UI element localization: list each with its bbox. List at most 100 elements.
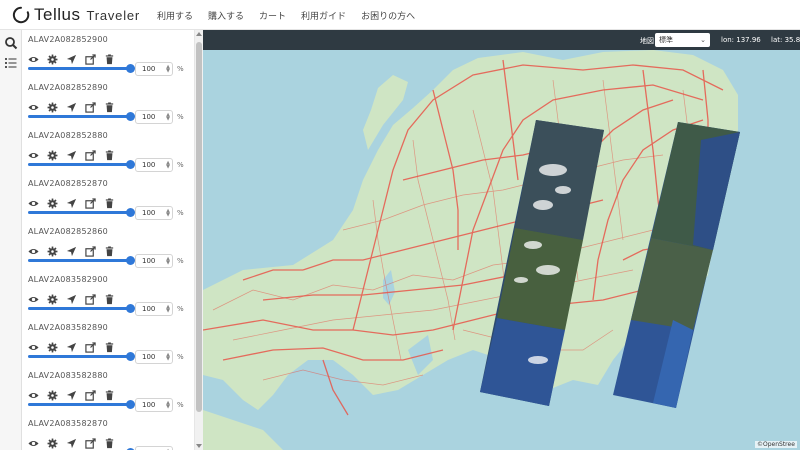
gear-icon[interactable] (47, 194, 58, 209)
stepper-icon[interactable]: ▲▼ (166, 353, 170, 362)
locate-arrow-icon[interactable] (66, 98, 77, 113)
gear-icon[interactable] (47, 50, 58, 65)
opacity-input[interactable]: 100▲▼ (135, 446, 173, 450)
export-icon[interactable] (85, 290, 96, 305)
eye-icon[interactable] (28, 338, 39, 351)
opacity-slider-handle[interactable] (126, 352, 135, 361)
layer-tools (28, 386, 123, 401)
stepper-icon[interactable]: ▲▼ (166, 257, 170, 266)
eye-icon[interactable] (28, 146, 39, 159)
nav-cart[interactable]: カート (259, 9, 286, 22)
trash-icon[interactable] (104, 50, 115, 65)
nav-purchase[interactable]: 購入する (208, 9, 244, 22)
gear-icon[interactable] (47, 434, 58, 449)
locate-arrow-icon[interactable] (66, 194, 77, 209)
layer-tools (28, 434, 123, 449)
trash-icon[interactable] (104, 434, 115, 449)
eye-icon[interactable] (28, 242, 39, 255)
eye-icon[interactable] (28, 290, 39, 303)
opacity-input[interactable]: 100▲▼ (135, 254, 173, 268)
opacity-input[interactable]: 100▲▼ (135, 110, 173, 124)
nav-help[interactable]: お困りの方へ (361, 9, 415, 22)
locate-arrow-icon[interactable] (66, 434, 77, 449)
map-attribution[interactable]: ©OpenStree (755, 441, 797, 448)
opacity-slider[interactable] (28, 259, 129, 262)
export-icon[interactable] (85, 50, 96, 65)
opacity-slider[interactable] (28, 115, 129, 118)
eye-icon[interactable] (28, 434, 39, 447)
export-icon[interactable] (85, 242, 96, 257)
layer-tools (28, 242, 123, 257)
gear-icon[interactable] (47, 290, 58, 305)
opacity-slider-handle[interactable] (126, 256, 135, 265)
opacity-input[interactable]: 100▲▼ (135, 206, 173, 220)
logo[interactable]: Tellus Traveler (12, 5, 140, 25)
opacity-slider[interactable] (28, 67, 129, 70)
scroll-up-icon[interactable] (196, 32, 202, 36)
gear-icon[interactable] (47, 242, 58, 257)
gear-icon[interactable] (47, 338, 58, 353)
trash-icon[interactable] (104, 98, 115, 113)
opacity-input[interactable]: 100▲▼ (135, 62, 173, 76)
map-canvas[interactable] (203, 30, 800, 450)
stepper-icon[interactable]: ▲▼ (166, 161, 170, 170)
locate-arrow-icon[interactable] (66, 338, 77, 353)
export-icon[interactable] (85, 338, 96, 353)
opacity-slider-handle[interactable] (126, 112, 135, 121)
stepper-icon[interactable]: ▲▼ (166, 65, 170, 74)
trash-icon[interactable] (104, 290, 115, 305)
locate-arrow-icon[interactable] (66, 386, 77, 401)
opacity-slider[interactable] (28, 163, 129, 166)
locate-arrow-icon[interactable] (66, 242, 77, 257)
opacity-slider-handle[interactable] (126, 304, 135, 313)
opacity-slider[interactable] (28, 403, 129, 406)
trash-icon[interactable] (104, 386, 115, 401)
stepper-icon[interactable]: ▲▼ (166, 401, 170, 410)
basemap-select[interactable]: 標準 ⌄ (655, 33, 710, 47)
layer-name: ALAV2A082852900 (28, 35, 108, 44)
gear-icon[interactable] (47, 98, 58, 113)
trash-icon[interactable] (104, 338, 115, 353)
stepper-icon[interactable]: ▲▼ (166, 113, 170, 122)
nav-guide[interactable]: 利用ガイド (301, 9, 346, 22)
locate-arrow-icon[interactable] (66, 290, 77, 305)
export-icon[interactable] (85, 98, 96, 113)
scroll-down-icon[interactable] (196, 444, 202, 448)
export-icon[interactable] (85, 434, 96, 449)
stepper-icon[interactable]: ▲▼ (166, 209, 170, 218)
locate-arrow-icon[interactable] (66, 146, 77, 161)
trash-icon[interactable] (104, 146, 115, 161)
export-icon[interactable] (85, 386, 96, 401)
layer-name: ALAV2A082852880 (28, 131, 108, 140)
opacity-slider[interactable] (28, 211, 129, 214)
opacity-input[interactable]: 100▲▼ (135, 302, 173, 316)
opacity-slider[interactable] (28, 307, 129, 310)
trash-icon[interactable] (104, 242, 115, 257)
gear-icon[interactable] (47, 146, 58, 161)
scroll-thumb[interactable] (196, 42, 202, 412)
trash-icon[interactable] (104, 194, 115, 209)
opacity-slider[interactable] (28, 355, 129, 358)
search-icon[interactable] (4, 36, 18, 50)
layers-list-icon[interactable] (4, 56, 18, 70)
export-icon[interactable] (85, 146, 96, 161)
opacity-input[interactable]: 100▲▼ (135, 158, 173, 172)
nav-use[interactable]: 利用する (157, 9, 193, 22)
locate-arrow-icon[interactable] (66, 50, 77, 65)
opacity-slider-handle[interactable] (126, 208, 135, 217)
eye-icon[interactable] (28, 194, 39, 207)
gear-icon[interactable] (47, 386, 58, 401)
layer-panel-scrollbar[interactable] (194, 30, 203, 450)
layer-item: ALAV2A083582880 100 ▲ ▼% (22, 366, 194, 414)
eye-icon[interactable] (28, 98, 39, 111)
opacity-input[interactable]: 100▲▼ (135, 398, 173, 412)
opacity-slider-handle[interactable] (126, 64, 135, 73)
eye-icon[interactable] (28, 50, 39, 63)
opacity-input[interactable]: 100▲▼ (135, 350, 173, 364)
eye-icon[interactable] (28, 386, 39, 399)
opacity-slider-handle[interactable] (126, 400, 135, 409)
stepper-icon[interactable]: ▲▼ (166, 305, 170, 314)
layer-tools (28, 98, 123, 113)
export-icon[interactable] (85, 194, 96, 209)
opacity-slider-handle[interactable] (126, 160, 135, 169)
